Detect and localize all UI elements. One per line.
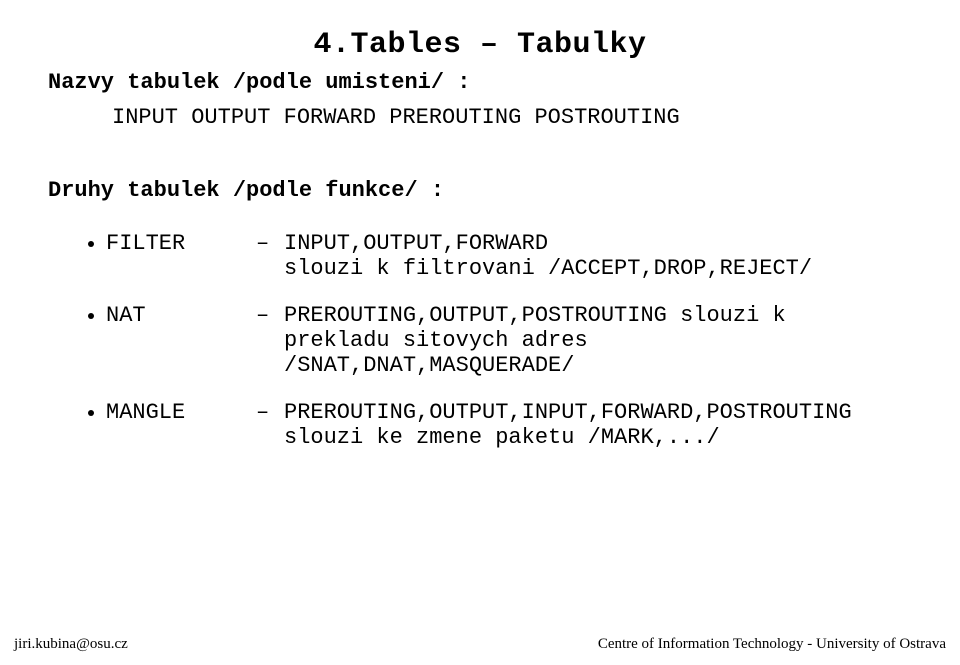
spacer — [48, 203, 912, 231]
item-line: /SNAT,DNAT,MASQUERADE/ — [284, 353, 912, 378]
item-description: PREROUTING,OUTPUT,POSTROUTING slouzi k p… — [284, 303, 912, 378]
item-dash: – — [256, 400, 284, 425]
item-description: INPUT,OUTPUT,FORWARD slouzi k filtrovani… — [284, 231, 912, 281]
footer-org: Centre of Information Technology - Unive… — [598, 636, 946, 653]
section2-label: Druhy tabulek /podle funkce/ : — [48, 178, 912, 203]
document-page: 4.Tables – Tabulky Nazvy tabulek /podle … — [0, 0, 960, 665]
page-title: 4.Tables – Tabulky — [48, 28, 912, 62]
list-item: FILTER – INPUT,OUTPUT,FORWARD slouzi k f… — [88, 231, 912, 281]
list-item: NAT – PREROUTING,OUTPUT,POSTROUTING slou… — [88, 303, 912, 378]
item-line: prekladu sitovych adres — [284, 328, 912, 353]
item-line: PREROUTING,OUTPUT,POSTROUTING slouzi k — [284, 303, 912, 328]
item-name: FILTER — [94, 231, 256, 256]
item-line: slouzi k filtrovani /ACCEPT,DROP,REJECT/ — [284, 256, 912, 281]
item-line: slouzi ke zmene paketu /MARK,.../ — [284, 425, 912, 450]
item-dash: – — [256, 231, 284, 256]
item-description: PREROUTING,OUTPUT,INPUT,FORWARD,POSTROUT… — [284, 400, 912, 450]
footer: jiri.kubina@osu.cz Centre of Information… — [0, 636, 960, 653]
section1-value: INPUT OUTPUT FORWARD PREROUTING POSTROUT… — [112, 105, 912, 130]
spacer — [48, 130, 912, 178]
item-dash: – — [256, 303, 284, 328]
section1-label: Nazvy tabulek /podle umisteni/ : — [48, 70, 912, 95]
item-name: MANGLE — [94, 400, 256, 425]
list-item: MANGLE – PREROUTING,OUTPUT,INPUT,FORWARD… — [88, 400, 912, 450]
item-line: PREROUTING,OUTPUT,INPUT,FORWARD,POSTROUT… — [284, 400, 912, 425]
item-name: NAT — [94, 303, 256, 328]
footer-email: jiri.kubina@osu.cz — [14, 636, 128, 653]
item-line: INPUT,OUTPUT,FORWARD — [284, 231, 912, 256]
